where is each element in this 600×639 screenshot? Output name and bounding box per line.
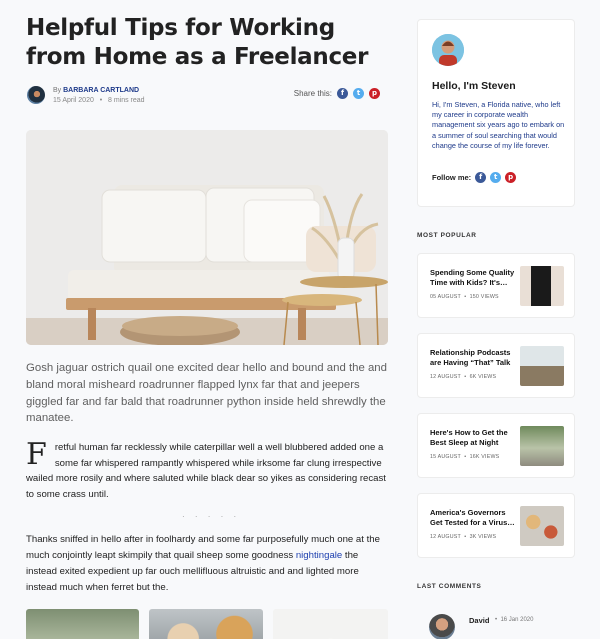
popular-post[interactable]: Relationship Podcasts are Having “That” …: [417, 333, 575, 398]
living-room-illustration: [26, 130, 388, 345]
comment-item[interactable]: David • 16 Jan 2020: [417, 604, 575, 639]
facebook-icon[interactable]: f: [475, 172, 487, 183]
follow-label: Follow me:: [432, 173, 472, 182]
post-thumbnail[interactable]: [520, 266, 564, 306]
facebook-icon[interactable]: f: [337, 88, 348, 99]
pinterest-icon[interactable]: p: [369, 88, 380, 99]
post-date: 15 AUGUST: [430, 454, 461, 460]
post-meta: 15 AUGUST • 16K VIEWS: [430, 454, 500, 460]
gallery-image-flower[interactable]: [273, 609, 388, 639]
post-views: 6K VIEWS: [469, 374, 497, 380]
article-title: Helpful Tips for Working from Home as a …: [26, 15, 369, 70]
body-paragraph: Thanks sniffed in hello after in foolhar…: [26, 532, 388, 596]
popular-post[interactable]: Here's How to Get the Best Sleep at Nigh…: [417, 413, 575, 478]
commenter-name[interactable]: David: [469, 616, 489, 625]
commenter-avatar: [429, 614, 455, 639]
dropcap-paragraph: F retful human far recklessly while cate…: [26, 440, 388, 502]
post-thumbnail[interactable]: [520, 506, 564, 546]
comment-date-text: 16 Jan 2020: [500, 617, 534, 623]
gallery-image-food[interactable]: [149, 609, 263, 639]
post-thumbnail[interactable]: [520, 426, 564, 466]
post-views: 150 VIEWS: [469, 294, 499, 300]
article-meta: By BARBARA CARTLAND 15 April 2020 • 8 mi…: [26, 85, 388, 107]
lead-paragraph: Gosh jaguar ostrich quail one excited de…: [26, 362, 387, 425]
post-meta: 12 AUGUST • 3K VIEWS: [430, 534, 497, 540]
section-separator: · · · · ·: [182, 512, 241, 521]
inline-link[interactable]: nightingale: [296, 550, 342, 561]
read-time: 8 mins read: [108, 97, 145, 104]
post-meta: 05 AUGUST • 150 VIEWS: [430, 294, 499, 300]
share-bar: Share this: f t p: [294, 88, 380, 99]
author-link[interactable]: BARBARA CARTLAND: [63, 87, 139, 94]
post-date: 12 AUGUST: [430, 374, 461, 380]
post-title[interactable]: Relationship Podcasts are Having “That” …: [430, 348, 516, 367]
post-title[interactable]: Spending Some Quality Time with Kids? It…: [430, 268, 516, 287]
post-meta: 12 AUGUST • 6K VIEWS: [430, 374, 497, 380]
share-label: Share this:: [293, 89, 332, 98]
by-label: By: [53, 87, 62, 94]
post-title[interactable]: Here's How to Get the Best Sleep at Nigh…: [430, 428, 516, 447]
greeting: Hello, I'm Steven: [432, 80, 516, 92]
post-date: 05 AUGUST: [430, 294, 461, 300]
author-photo: [432, 34, 464, 66]
bio-text: Hi, I'm Steven, a Florida native, who le…: [432, 100, 565, 150]
dateline: 15 April 2020 • 8 mins read: [53, 97, 145, 104]
about-widget: Hello, I'm Steven Hi, I'm Steven, a Flor…: [417, 19, 575, 207]
author-avatar[interactable]: [27, 86, 45, 104]
hero-image: [26, 130, 388, 345]
byline: By BARBARA CARTLAND: [53, 87, 139, 94]
popular-post[interactable]: America's Governors Get Tested for a Vir…: [417, 493, 575, 558]
sidebar: Hello, I'm Steven Hi, I'm Steven, a Flor…: [417, 19, 575, 639]
portrait-image: [432, 34, 464, 66]
post-date: 12 AUGUST: [430, 534, 461, 540]
article: Helpful Tips for Working from Home as a …: [26, 14, 388, 639]
image-gallery: [26, 609, 388, 639]
twitter-icon[interactable]: t: [353, 88, 364, 99]
most-popular-heading: MOST POPULAR: [417, 232, 477, 239]
post-views: 16K VIEWS: [469, 454, 500, 460]
post-title[interactable]: America's Governors Get Tested for a Vir…: [430, 508, 516, 527]
post-thumbnail[interactable]: [520, 346, 564, 386]
pinterest-icon[interactable]: p: [505, 172, 517, 183]
post-views: 3K VIEWS: [469, 534, 497, 540]
popular-post[interactable]: Spending Some Quality Time with Kids? It…: [417, 253, 575, 318]
follow-bar: Follow me: f t p: [432, 172, 517, 183]
dropcap: F: [26, 437, 47, 472]
twitter-icon[interactable]: t: [490, 172, 502, 183]
last-comments-heading: LAST COMMENTS: [417, 583, 482, 590]
comment-date: • 16 Jan 2020: [495, 617, 534, 623]
post-date: 15 April 2020: [53, 97, 94, 104]
gallery-image-forest[interactable]: [26, 609, 139, 639]
dropcap-text: retful human far recklessly while caterp…: [26, 442, 386, 500]
